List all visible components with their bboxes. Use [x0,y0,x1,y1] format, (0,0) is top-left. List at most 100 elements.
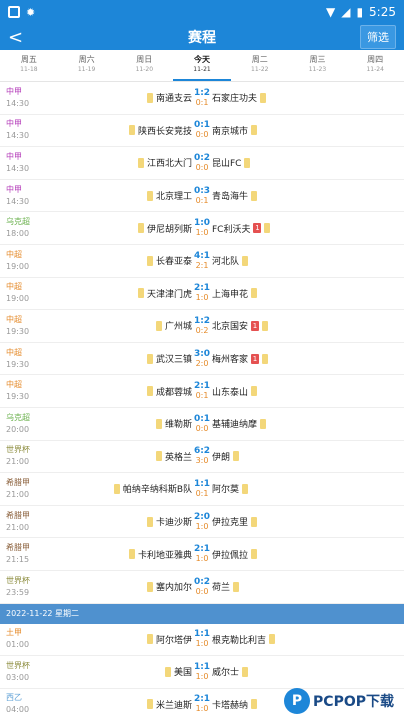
kickoff-time: 21:00 [6,489,30,499]
day-tabs: 周五 11-18 周六 11-19 周日 11-20 今天 11-21 周二 11-22… [0,50,404,82]
home-team-name: 阿尔塔伊 [155,635,192,646]
score: 1:1 1:0 [192,629,212,649]
away-team-name: 伊拉佩拉 [212,550,249,561]
score: 0:2 0:0 [192,577,212,596]
yellow-card-icon [251,516,258,527]
kickoff-time: 14:30 [6,196,30,206]
match-row[interactable]: 中超 19:00 天津津门虎 2:1 1:0 上海申花 [0,278,404,311]
tab-day-4[interactable]: 周二 11-22 [231,50,289,81]
match-row[interactable]: 中超 19:30 武汉三镇 3:0 2:0 梅州客家 1 [0,343,404,376]
kickoff-time: 01:00 [6,640,30,650]
match-row[interactable]: 希腊甲 21:00 卡迪沙斯 2:0 1:0 伊拉克里 [0,506,404,539]
away-team: FC利沃夫 1 [212,222,271,235]
league-name: 中甲 [6,151,22,161]
full-time-score: 0:1 [193,120,211,131]
score: 0:1 0:0 [192,414,212,433]
match-meta: 乌克超 18:00 [0,216,60,240]
match-row[interactable]: 中甲 14:30 北京理工 0:3 0:1 青岛海牛 [0,180,404,213]
wifi-icon: ▼ [325,5,336,19]
home-team: 南通支云 [146,91,192,104]
away-team: 根克勒比利吉 [212,633,276,646]
home-team-name: 卡利地亚雅典 [137,550,192,561]
full-time-score: 1:1 [193,629,211,640]
red-card-count: 1 [251,353,260,364]
match-meta: 中超 19:30 [0,347,60,371]
match-row[interactable]: 乌克超 20:00 维勒斯 0:1 0:0 基辅迪纳摩 [0,408,404,441]
match-meta: 中甲 14:30 [0,118,60,142]
signal-icon: ◢ [341,5,351,19]
half-time-score: 1:0 [195,671,209,681]
yellow-card-icon [164,666,171,677]
full-time-score: 1:1 [193,478,211,489]
full-time-score: 2:0 [193,511,211,522]
home-team: 帕纳辛纳科斯B队 [113,482,192,496]
yellow-card-icon [251,386,258,397]
match-row[interactable]: 乌克超 18:00 伊尼胡列斯 1:0 1:0 FC利沃夫 1 [0,212,404,245]
tab-day-date: 11-22 [251,66,269,73]
tab-day-2[interactable]: 周日 11-20 [115,50,173,81]
match-row[interactable]: 土甲 01:00 阿尔塔伊 1:1 1:0 根克勒比利吉 [0,624,404,657]
match-row[interactable]: 希腊甲 21:15 卡利地亚雅典 2:1 1:0 伊拉佩拉 [0,538,404,571]
page-title: 赛程 [188,30,216,46]
tab-day-0[interactable]: 周五 11-18 [0,50,58,81]
home-team: 英格兰 [155,450,192,463]
yellow-card-icon [260,92,267,103]
match-row[interactable]: 中超 19:30 成都蓉城 2:1 0:1 山东泰山 [0,375,404,408]
yellow-card-icon [269,634,276,645]
full-time-score: 1:2 [193,315,211,326]
tab-day-name: 今天 [194,55,211,64]
yellow-card-icon [146,353,153,364]
half-time-score: 1:0 [195,704,209,714]
yellow-card-icon [146,190,153,201]
away-team: 卡塔赫纳 [212,698,258,711]
home-team-name: 北京理工 [155,192,192,203]
kickoff-time: 19:30 [6,359,30,369]
away-team-name: FC利沃夫 [212,224,251,235]
yellow-card-icon [262,353,269,364]
away-team-name: 山东泰山 [212,387,249,398]
filter-button[interactable]: 筛选 [360,25,396,49]
yellow-card-icon [251,288,258,299]
match-row[interactable]: 中甲 14:30 江西北大门 0:2 0:0 昆山FC [0,147,404,180]
home-team: 美国 [164,665,192,678]
yellow-card-icon [264,223,271,234]
league-name: 中甲 [6,119,22,129]
full-time-score: 4:1 [193,250,211,261]
yellow-card-icon [146,255,153,266]
tab-day-1[interactable]: 周六 11-19 [58,50,116,81]
match-list: 中甲 14:30 南通支云 1:2 0:1 石家庄功夫 中甲 14:30 陕西长… [0,82,404,604]
match-row[interactable]: 中甲 14:30 陕西长安竞技 0:1 0:0 南京城市 [0,115,404,148]
away-team-name: 基辅迪纳摩 [212,420,258,431]
league-name: 世界杯 [6,575,30,585]
match-row[interactable]: 世界杯 23:59 塞内加尔 0:2 0:0 荷兰 [0,571,404,604]
match-row[interactable]: 中甲 14:30 南通支云 1:2 0:1 石家庄功夫 [0,82,404,115]
half-time-score: 1:0 [195,521,209,531]
tab-day-5[interactable]: 周三 11-23 [289,50,347,81]
half-time-score: 0:0 [195,423,209,433]
half-time-score: 1:0 [195,554,209,564]
app-header: < 赛程 筛选 [0,24,404,50]
away-team-name: 威尔士 [212,668,240,679]
yellow-card-icon [260,418,267,429]
away-team-name: 梅州客家 [212,355,249,366]
half-time-score: 0:1 [195,97,209,107]
match-row[interactable]: 世界杯 03:00 美国 1:1 1:0 威尔士 [0,656,404,689]
match-row[interactable]: 世界杯 21:00 英格兰 6:2 3:0 伊朗 [0,441,404,474]
match-row[interactable]: 中超 19:00 长春亚泰 4:1 2:1 河北队 [0,245,404,278]
league-name: 中超 [6,380,22,390]
status-bar: ✹ ▼ ◢ ▮ 5:25 [0,0,404,24]
home-team: 北京理工 [146,189,192,203]
home-team: 长春亚泰 [146,254,192,267]
half-time-score: 3:0 [195,456,209,466]
watermark-logo: P [284,688,311,714]
home-team-name: 帕纳辛纳科斯B队 [122,485,192,496]
back-button[interactable]: < [8,27,32,48]
kickoff-time: 19:30 [6,326,30,336]
yellow-card-icon [251,190,258,201]
match-row[interactable]: 中超 19:30 广州城 1:2 0:2 北京国安 1 [0,310,404,343]
match-meta: 土甲 01:00 [0,627,60,651]
tab-day-6[interactable]: 周四 11-24 [346,50,404,81]
away-team-name: 昆山FC [212,159,242,170]
match-row[interactable]: 希腊甲 21:00 帕纳辛纳科斯B队 1:1 0:1 阿尔莫 [0,473,404,506]
tab-day-3[interactable]: 今天 11-21 [173,50,231,81]
